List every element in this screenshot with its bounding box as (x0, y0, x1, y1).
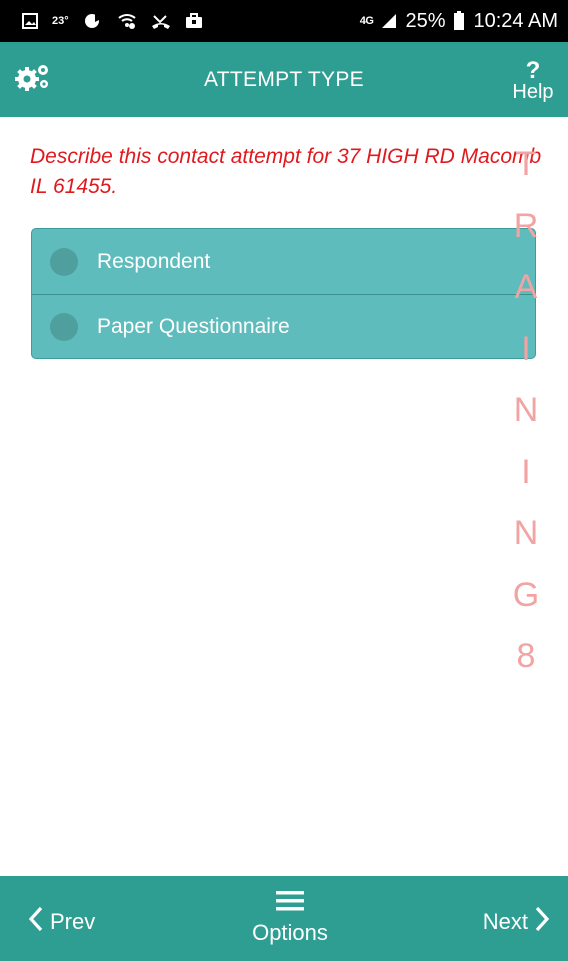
prev-button[interactable]: Prev (28, 906, 95, 938)
watermark-letter: N (513, 514, 539, 552)
briefcase-icon (185, 12, 203, 30)
missed-call-icon (151, 12, 171, 30)
signal-icon (381, 13, 397, 29)
watermark-letter: N (513, 391, 539, 429)
options-button[interactable]: Options (244, 889, 336, 946)
option-label: Paper Questionnaire (97, 315, 290, 338)
prev-label: Prev (50, 909, 96, 934)
status-bar: 23° 4G 25% 10:24 AM (0, 0, 568, 42)
option-respondent[interactable]: Respondent (32, 229, 535, 294)
question-prompt: Describe this contact attempt for 37 HIG… (30, 145, 542, 198)
status-left: 23° (22, 11, 203, 31)
chevron-left-icon (28, 906, 44, 938)
settings-button[interactable] (12, 58, 54, 100)
watermark-letter: A (514, 268, 538, 306)
attempt-type-options: Respondent Paper Questionnaire (31, 228, 536, 359)
bottom-nav-bar: Prev Options Next (0, 876, 568, 961)
options-label: Options (252, 920, 328, 945)
gears-icon (14, 62, 52, 97)
page-title: ATTEMPT TYPE (204, 67, 364, 91)
battery-percent: 25% (405, 9, 446, 32)
training-watermark: T R A I N I N G 8 (496, 134, 556, 688)
status-right: 4G 25% 10:24 AM (360, 10, 558, 33)
watermark-letter: 8 (516, 637, 536, 675)
help-icon: ? (525, 56, 541, 84)
radio-button[interactable] (50, 313, 78, 341)
wifi-icon (117, 12, 137, 30)
hamburger-menu-icon (275, 889, 305, 918)
watermark-letter: I (521, 329, 531, 368)
chevron-right-icon (534, 906, 550, 938)
watermark-letter: R (513, 206, 539, 245)
watermark-letter: I (521, 452, 531, 491)
temperature-text: 23° (52, 15, 69, 27)
next-button[interactable]: Next (483, 906, 550, 938)
app-header: ATTEMPT TYPE ? Help (0, 42, 568, 117)
watermark-letter: G (512, 575, 540, 614)
help-label: Help (512, 80, 554, 103)
gallery-icon (22, 13, 38, 29)
option-paper-questionnaire[interactable]: Paper Questionnaire (32, 294, 535, 358)
weather-icon (83, 11, 103, 31)
help-button[interactable]: ? Help (508, 52, 558, 108)
option-label: Respondent (97, 249, 211, 273)
clock-time: 10:24 AM (473, 9, 558, 32)
network-type: 4G (359, 15, 374, 27)
next-label: Next (482, 909, 528, 934)
battery-icon (453, 11, 465, 31)
radio-button[interactable] (50, 247, 78, 276)
watermark-letter: T (515, 145, 537, 183)
